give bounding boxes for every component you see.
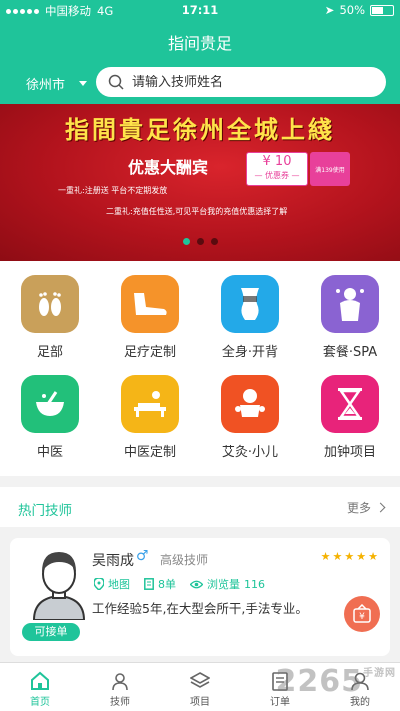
technician-meta: 地图 8单 浏览量 116: [94, 576, 265, 592]
category-label: 中医定制: [123, 445, 176, 460]
hot-technicians-header: 热门技师 更多: [0, 487, 400, 527]
star-icon: ★: [320, 550, 331, 563]
star-icon: ★: [368, 550, 378, 563]
promo-banner[interactable]: 指間貴足徐州全城上綫 优惠大酬宾 ¥ 10 — 优惠券 — 满139使用 一重礼…: [0, 104, 400, 261]
male-icon: ♂: [136, 548, 149, 564]
order-count-icon: [144, 578, 154, 590]
star-icon: ★: [344, 550, 355, 563]
tab-label: 项目: [190, 697, 210, 708]
technician-name: 吴雨成: [92, 553, 134, 569]
category-label: 足疗定制: [123, 345, 176, 360]
banner-subtitle: 优惠大酬宾: [128, 158, 209, 177]
carousel-dots: [183, 238, 218, 245]
body-icon: [221, 275, 279, 333]
technician-card[interactable]: 可接单 吴雨成 ♂ 高级技师 ★ ★ ★ ★ ★ 地图 8单 浏览量 116 工作经验5…: [10, 538, 390, 656]
coupon-condition: 满139使用: [310, 152, 350, 186]
rating-stars: ★ ★ ★ ★ ★: [321, 550, 378, 563]
orders-count: 8单: [158, 578, 176, 591]
category-label: 全身·开背: [221, 345, 279, 360]
status-badge[interactable]: 可接单: [22, 623, 80, 641]
coupon-card: ¥ 10 — 优惠券 —: [246, 152, 308, 186]
therapy-icon: [121, 375, 179, 433]
coupon-label: — 优惠券 —: [254, 171, 300, 180]
foot-massage-icon: [121, 275, 179, 333]
avatar: [32, 552, 86, 620]
mortar-icon: [21, 375, 79, 433]
category-foot[interactable]: 足部: [0, 275, 100, 360]
category-spa[interactable]: 套餐·SPA: [300, 275, 400, 360]
search-bar[interactable]: [96, 67, 386, 97]
tab-home[interactable]: 首页: [0, 669, 80, 708]
carousel-dot[interactable]: [197, 238, 204, 245]
page-title: 指间贵足: [167, 34, 232, 53]
more-link[interactable]: 更多: [346, 499, 386, 516]
search-input[interactable]: [132, 74, 352, 90]
carousel-dot[interactable]: [211, 238, 218, 245]
views-count: 116: [244, 577, 265, 591]
star-icon: ★: [356, 550, 367, 563]
svg-text:¥: ¥: [359, 612, 365, 622]
caret-down-icon: [79, 81, 88, 86]
home-icon: [31, 671, 49, 690]
battery-icon: [370, 4, 394, 16]
technician-icon: [112, 673, 128, 691]
category-label: 套餐·SPA: [322, 345, 378, 360]
hourglass-icon: [321, 375, 379, 433]
banner-line-1: 一重礼:注册送 平台不定期发放: [58, 186, 168, 195]
watermark-sub: 手游网: [363, 668, 396, 679]
category-foot-custom[interactable]: 足疗定制: [100, 275, 200, 360]
technician-description: 工作经验5年,在大型会所干,手法专业。: [92, 601, 308, 616]
city-selector[interactable]: 徐州市: [26, 74, 88, 93]
status-bar: 中国移动 4G 17:11 ➤ 50%: [0, 0, 400, 20]
baby-icon: [221, 375, 279, 433]
map-link[interactable]: 地图: [94, 576, 130, 592]
category-label: 足部: [36, 345, 63, 360]
category-body[interactable]: 全身·开背: [200, 275, 300, 360]
views-info: 浏览量 116: [190, 576, 265, 592]
category-tcm[interactable]: 中医: [0, 375, 100, 460]
watermark-text: 2265: [275, 664, 363, 699]
yuan-bag-icon: ¥: [353, 604, 371, 623]
banner-headline: 指間貴足徐州全城上綫: [65, 115, 335, 144]
category-label: 艾灸·小儿: [221, 445, 279, 460]
more-label: 更多: [346, 501, 371, 515]
app-header: 中国移动 4G 17:11 ➤ 50% 指间贵足 徐州市: [0, 0, 400, 104]
book-button[interactable]: ¥: [344, 596, 380, 632]
city-label: 徐州市: [26, 78, 66, 93]
feet-icon: [21, 275, 79, 333]
section-title: 热门技师: [18, 503, 72, 519]
category-grid: 足部 足疗定制 全身·开背 套餐·SPA 中医 中医定制 艾灸·小儿 加钟项目: [0, 261, 400, 476]
carousel-dot[interactable]: [183, 238, 190, 245]
map-label: 地图: [108, 578, 130, 591]
search-icon: [108, 74, 124, 90]
layers-icon: [190, 672, 210, 688]
star-icon: ★: [332, 550, 343, 563]
category-label: 中医: [36, 445, 63, 460]
location-icon: ➤: [324, 3, 335, 17]
tab-label: 首页: [30, 697, 50, 708]
category-moxa-child[interactable]: 艾灸·小儿: [200, 375, 300, 460]
orders-info: 8单: [144, 576, 176, 592]
category-label: 加钟项目: [323, 445, 376, 460]
category-extra-time[interactable]: 加钟项目: [300, 375, 400, 460]
battery-label: 50%: [339, 3, 365, 17]
chevron-right-icon: [375, 502, 386, 513]
spa-icon: [321, 275, 379, 333]
tab-technician[interactable]: 技师: [80, 669, 160, 708]
technician-level: 高级技师: [160, 553, 209, 567]
tab-label: 技师: [110, 697, 130, 708]
tab-projects[interactable]: 项目: [160, 669, 240, 708]
map-pin-icon: [94, 578, 104, 590]
views-label: 浏览量: [207, 578, 240, 591]
banner-line-2: 二重礼:充值任性送,可见平台我的充值优惠选择了解: [106, 207, 288, 216]
coupon-amount: ¥ 10: [262, 154, 292, 169]
category-tcm-custom[interactable]: 中医定制: [100, 375, 200, 460]
watermark: 2265手游网: [276, 664, 397, 699]
eye-icon: [190, 580, 203, 588]
